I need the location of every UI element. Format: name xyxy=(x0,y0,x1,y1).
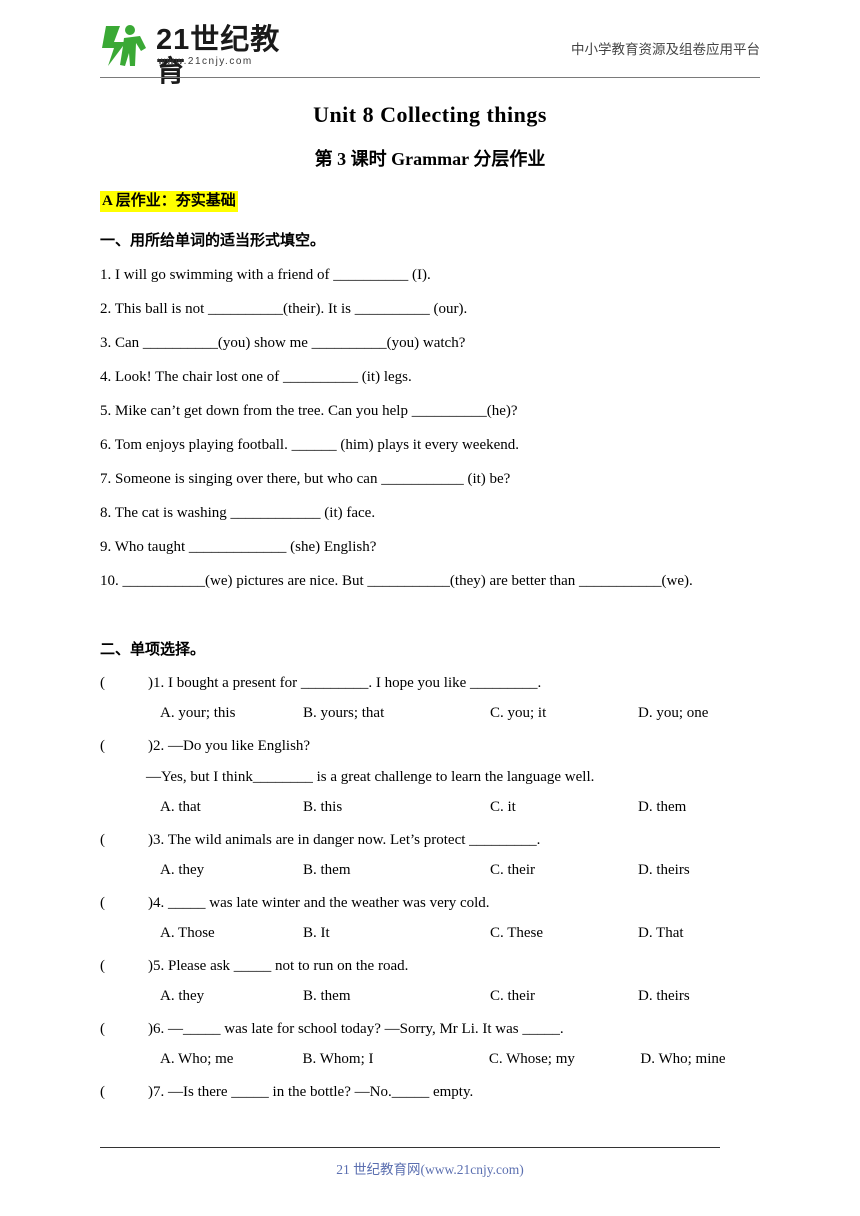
fill-item: 6. Tom enjoys playing football. ______ (… xyxy=(100,437,520,453)
logo-figure-icon xyxy=(102,25,146,66)
mc-options: A. Those B. It C. These D. That xyxy=(100,925,760,942)
mc-option: D. theirs xyxy=(638,862,690,878)
mc-option: D. them xyxy=(638,799,687,815)
mc-stem: )1. I bought a present for _________. I … xyxy=(148,675,542,691)
mc-stem: )6. —_____ was late for school today? —S… xyxy=(148,1021,564,1037)
mc-question: ( )3. The wild animals are in danger now.… xyxy=(100,831,760,849)
logo-subtitle: www.21cnjy.com xyxy=(158,56,253,67)
page-subtitle: 第 3 课时 Grammar 分层作业 xyxy=(314,149,546,169)
mc-question: ( )2. —Do you like English? xyxy=(100,737,760,755)
footer-link: 21 世纪教育网(www.21cnjy.com) xyxy=(336,1162,524,1177)
fill-item: 2. This ball is not __________(their). I… xyxy=(100,301,468,317)
mc-options: A. that B. this C. it D. them xyxy=(100,799,760,816)
mc-option: A. Who; me xyxy=(160,1051,234,1067)
mc-stem: )5. Please ask _____ not to run on the r… xyxy=(148,958,409,974)
fill-item: 5. Mike can’t get down from the tree. Ca… xyxy=(100,403,518,419)
fill-item: 4. Look! The chair lost one of _________… xyxy=(100,369,412,385)
mc-option: A. Those xyxy=(160,925,215,941)
mc-question: ( )5. Please ask _____ not to run on the … xyxy=(100,957,760,975)
mc-option: C. it xyxy=(490,799,516,815)
mc-option: A. they xyxy=(160,988,205,1004)
header-divider xyxy=(100,77,760,78)
fill-item: 3. Can __________(you) show me _________… xyxy=(100,335,466,351)
answer-paren: ( xyxy=(100,675,105,691)
fill-item: 7. Someone is singing over there, but wh… xyxy=(100,471,511,487)
mc-option: D. you; one xyxy=(638,705,709,721)
mc-option: C. Whose; my xyxy=(488,1051,575,1067)
answer-paren: ( xyxy=(100,738,105,754)
answer-paren: ( xyxy=(100,1084,105,1100)
section-a-label: A 层作业：夯实基础 xyxy=(100,191,238,212)
mc-question: ( )6. —_____ was late for school today? —… xyxy=(100,1020,760,1038)
mc-question: ( )1. I bought a present for _________. I… xyxy=(100,674,760,692)
mc-option: C. you; it xyxy=(490,705,547,721)
page-title: Unit 8 Collecting things xyxy=(313,102,547,127)
answer-paren: ( xyxy=(100,958,105,974)
answer-paren: ( xyxy=(100,895,105,911)
site-logo: 21世纪教育 www.21cnjy.com xyxy=(100,22,285,88)
fill-item: 9. Who taught _____________ (she) Englis… xyxy=(100,539,377,555)
mc-stem: )4. _____ was late winter and the weathe… xyxy=(148,895,490,911)
mc-option: A. that xyxy=(160,799,201,815)
mc-question: ( )4. _____ was late winter and the weath… xyxy=(100,894,760,912)
mc-question: ( )7. —Is there _____ in the bottle? —No.… xyxy=(100,1083,760,1101)
part-two-heading: 二、单项选择。 xyxy=(100,642,206,658)
part-one-heading: 一、用所给单词的适当形式填空。 xyxy=(100,233,326,249)
mc-option: C. These xyxy=(490,925,544,941)
mc-options: A. they B. them C. their D. theirs xyxy=(100,862,760,879)
mc-option: B. Whom; I xyxy=(302,1051,374,1067)
mc-option: D. theirs xyxy=(638,988,690,1004)
mc-options: A. Who; me B. Whom; I C. Whose; my D. Wh… xyxy=(100,1051,760,1068)
answer-paren: ( xyxy=(100,1021,105,1037)
mc-option: B. them xyxy=(303,862,351,878)
mc-stem: )2. —Do you like English? xyxy=(148,738,311,754)
mc-option: C. their xyxy=(490,988,535,1004)
mc-stem: )3. The wild animals are in danger now. … xyxy=(148,832,541,848)
mc-option: C. their xyxy=(490,862,535,878)
worksheet-page: 21世纪教育 www.21cnjy.com 中小学教育资源及组卷应用平台 Uni… xyxy=(0,0,860,1216)
mc-option: D. That xyxy=(638,925,684,941)
fill-item: 1. I will go swimming with a friend of _… xyxy=(100,267,431,283)
mc-options: A. your; this B. yours; that C. you; it … xyxy=(100,705,760,722)
mc-stem-continuation: —Yes, but I think________ is a great cha… xyxy=(146,769,595,785)
mc-option: A. your; this xyxy=(160,705,236,721)
page-header: 21世纪教育 www.21cnjy.com 中小学教育资源及组卷应用平台 xyxy=(100,0,760,88)
mc-option: B. this xyxy=(303,799,343,815)
answer-paren: ( xyxy=(100,832,105,848)
header-platform-text: 中小学教育资源及组卷应用平台 xyxy=(571,42,760,57)
mc-options: A. they B. them C. their D. theirs xyxy=(100,988,760,1005)
mc-option: B. It xyxy=(303,925,330,941)
fill-item: 10. ___________(we) pictures are nice. B… xyxy=(100,573,693,589)
fill-item: 8. The cat is washing ____________ (it) … xyxy=(100,505,376,521)
mc-option: B. yours; that xyxy=(303,705,385,721)
mc-option: A. they xyxy=(160,862,205,878)
mc-stem: )7. —Is there _____ in the bottle? —No._… xyxy=(148,1084,474,1100)
footer-divider xyxy=(100,1147,720,1148)
mc-option: B. them xyxy=(303,988,351,1004)
mc-option: D. Who; mine xyxy=(640,1051,726,1067)
